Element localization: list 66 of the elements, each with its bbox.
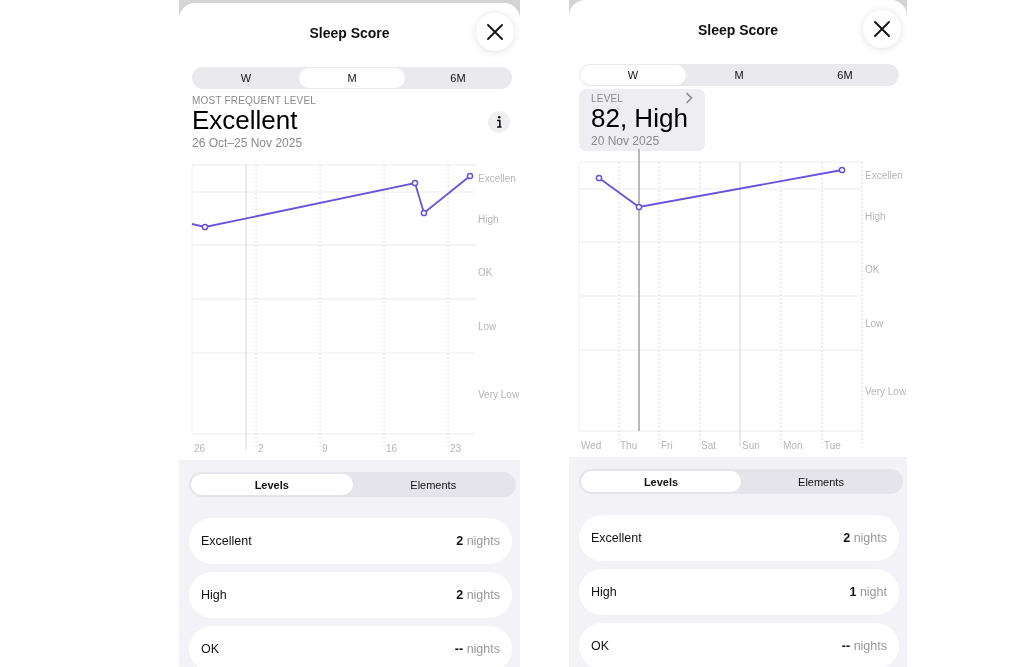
view-tab[interactable]: Elements bbox=[741, 471, 901, 492]
info-icon bbox=[496, 116, 502, 128]
night-count: 2 nights bbox=[456, 534, 500, 548]
date-label: Mon bbox=[783, 440, 803, 451]
date-label: Sat bbox=[701, 440, 716, 451]
period-tab[interactable]: 6M bbox=[405, 68, 511, 88]
level-row[interactable]: Excellent 2 nights bbox=[579, 515, 899, 561]
close-icon bbox=[874, 21, 890, 37]
info-button[interactable] bbox=[488, 111, 510, 133]
level-name: High bbox=[591, 585, 617, 599]
level-label: High bbox=[865, 211, 886, 222]
night-count: 2 nights bbox=[843, 531, 887, 545]
date-label: 26 bbox=[194, 443, 206, 454]
tooltip-value: 82, High bbox=[591, 104, 689, 132]
tooltip-date: 20 Nov 2025 bbox=[591, 134, 661, 148]
date-label: Thu bbox=[620, 440, 638, 451]
level-row[interactable]: OK -- nights bbox=[189, 626, 512, 667]
date-label: 16 bbox=[386, 443, 398, 454]
summary-label: MOST FREQUENT LEVEL bbox=[192, 94, 317, 106]
view-tab[interactable]: Levels bbox=[581, 471, 741, 492]
night-count: -- nights bbox=[841, 639, 887, 653]
level-name: OK bbox=[591, 639, 610, 653]
date-label: 2 bbox=[258, 443, 264, 454]
tooltip-label: LEVEL bbox=[591, 92, 624, 104]
level-row[interactable]: OK -- nights bbox=[579, 623, 899, 667]
level-row[interactable]: Excellent 2 nights bbox=[189, 518, 512, 564]
sheet-title: Sleep Score bbox=[309, 25, 390, 41]
close-button[interactable] bbox=[863, 10, 901, 48]
date-label: 23 bbox=[450, 443, 462, 454]
period-tab[interactable]: M bbox=[686, 65, 792, 85]
view-tab[interactable]: Levels bbox=[191, 474, 353, 495]
date-label: Fri bbox=[661, 440, 673, 451]
period-tab[interactable]: W bbox=[580, 65, 686, 85]
night-count: -- nights bbox=[454, 642, 500, 656]
level-name: OK bbox=[201, 642, 220, 656]
level-name: Excellent bbox=[591, 531, 642, 545]
level-name: Excellent bbox=[201, 534, 252, 548]
period-tab[interactable]: 6M bbox=[792, 65, 898, 85]
level-label: Low bbox=[478, 321, 497, 332]
period-tab[interactable]: M bbox=[299, 68, 405, 88]
date-label: Sun bbox=[742, 440, 760, 451]
date-range: 26 Oct–25 Nov 2025 bbox=[192, 135, 304, 150]
level-row[interactable]: High 2 nights bbox=[189, 572, 512, 618]
chevron-icon bbox=[685, 92, 693, 104]
sheet-title: Sleep Score bbox=[697, 22, 779, 38]
night-count: 2 nights bbox=[456, 588, 500, 602]
view-tab[interactable]: Elements bbox=[352, 474, 514, 495]
date-label: Tue bbox=[824, 440, 841, 451]
level-label: OK bbox=[478, 267, 493, 278]
level-label: Very Low bbox=[865, 386, 907, 397]
date-label: 9 bbox=[322, 443, 328, 454]
level-label: Very Low bbox=[478, 389, 520, 400]
level-label: Excellen bbox=[478, 173, 516, 184]
period-tab[interactable]: W bbox=[193, 68, 299, 88]
tooltip-card[interactable]: LEVEL 82, High 20 Nov 2025 bbox=[579, 89, 705, 151]
level-row[interactable]: High 1 night bbox=[579, 569, 899, 615]
night-count: 1 night bbox=[849, 585, 887, 599]
close-button[interactable] bbox=[476, 13, 514, 51]
summary-value: Excellent bbox=[192, 105, 299, 134]
level-label: OK bbox=[865, 264, 880, 275]
close-icon bbox=[487, 24, 503, 40]
level-name: High bbox=[201, 588, 227, 602]
level-label: High bbox=[478, 214, 499, 225]
level-label: Excellen bbox=[865, 170, 903, 181]
date-label: Wed bbox=[581, 440, 602, 451]
level-label: Low bbox=[865, 318, 884, 329]
